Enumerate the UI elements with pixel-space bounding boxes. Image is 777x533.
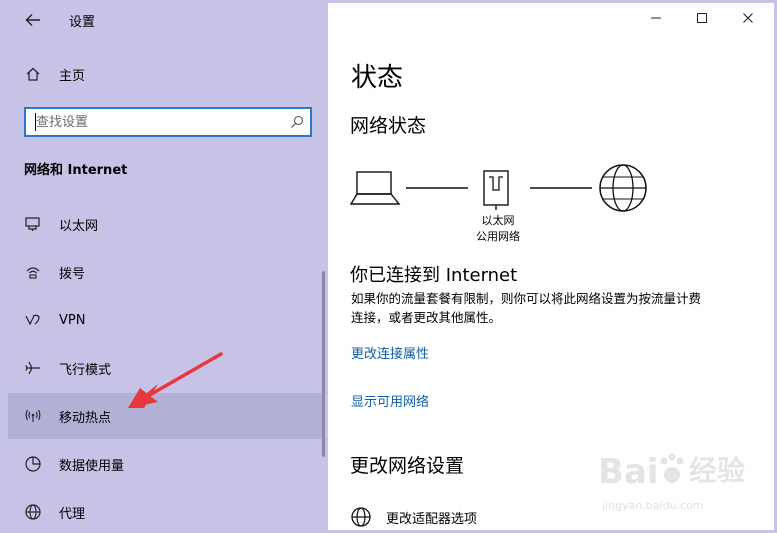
watermark: Bai 经验 jingyan.baidu.com xyxy=(596,445,776,525)
adapter-globe-icon xyxy=(351,507,371,527)
connection-status-heading: 你已连接到 Internet xyxy=(350,265,518,286)
search-icon[interactable] xyxy=(290,115,304,129)
change-connection-properties-link[interactable]: 更改连接属性 xyxy=(351,343,429,362)
watermark-url: jingyan.baidu.com xyxy=(602,499,704,512)
app-title: 设置 xyxy=(69,15,96,30)
section-heading: 网络和 Internet xyxy=(24,163,128,178)
search-input[interactable] xyxy=(36,114,276,130)
minimize-icon xyxy=(651,17,661,19)
sidebar-item-vpn[interactable]: VPN xyxy=(8,297,323,343)
change-network-settings-heading: 更改网络设置 xyxy=(350,455,465,477)
close-icon xyxy=(743,13,753,23)
diagram-network-type: 公用网络 xyxy=(476,230,520,243)
sidebar-item-label: 飞行模式 xyxy=(59,362,112,378)
maximize-button[interactable] xyxy=(679,3,725,33)
sidebar: 设置 主页 网络和 Internet 以太网 xyxy=(3,3,328,530)
ethernet-icon xyxy=(23,214,43,234)
back-button[interactable] xyxy=(15,5,51,35)
text-caret xyxy=(35,113,36,131)
sidebar-item-label: 以太网 xyxy=(59,218,99,234)
sidebar-item-label: 数据使用量 xyxy=(59,458,125,474)
sidebar-item-data-usage[interactable]: 数据使用量 xyxy=(8,441,323,487)
sidebar-item-label: 主页 xyxy=(59,68,86,84)
hotspot-icon xyxy=(23,406,43,426)
network-status-heading: 网络状态 xyxy=(350,115,427,137)
sidebar-item-home[interactable]: 主页 xyxy=(8,51,323,97)
laptop-icon xyxy=(350,171,401,205)
baidu-paw-icon: Bai xyxy=(598,452,684,492)
svg-text:Bai: Bai xyxy=(598,452,659,492)
description-line: 如果你的流量套餐有限制，则你可以将此网络设置为按流量计费 xyxy=(351,291,702,306)
adapter-options-label: 更改适配器选项 xyxy=(386,511,478,527)
airplane-icon xyxy=(23,358,43,378)
search-box[interactable] xyxy=(24,107,312,137)
home-icon xyxy=(23,64,43,84)
sidebar-scrollbar[interactable] xyxy=(322,271,325,457)
internet-globe-icon xyxy=(599,164,647,212)
close-button[interactable] xyxy=(725,3,771,33)
sidebar-item-label: 移动热点 xyxy=(59,410,112,426)
watermark-brand: 经验 xyxy=(689,454,746,487)
globe-icon xyxy=(23,502,43,522)
sidebar-item-ethernet[interactable]: 以太网 xyxy=(8,201,323,247)
sidebar-item-proxy[interactable]: 代理 xyxy=(8,489,323,530)
ethernet-port-icon xyxy=(483,170,509,210)
change-adapter-options-item[interactable]: 更改适配器选项 xyxy=(350,506,477,528)
dialup-icon xyxy=(23,262,43,282)
annotation-arrow-icon xyxy=(128,352,223,408)
sidebar-item-label: 拨号 xyxy=(59,266,86,282)
sidebar-item-label: 代理 xyxy=(59,506,86,522)
page-title: 状态 xyxy=(351,63,404,93)
connection-description: 如果你的流量套餐有限制，则你可以将此网络设置为按流量计费 连接，或者更改其他属性… xyxy=(351,289,747,327)
sidebar-item-label: VPN xyxy=(59,312,86,328)
data-usage-icon xyxy=(23,454,43,474)
minimize-button[interactable] xyxy=(633,3,679,33)
maximize-icon xyxy=(697,13,707,23)
sidebar-item-dialup[interactable]: 拨号 xyxy=(8,249,323,295)
vpn-icon xyxy=(23,310,43,330)
back-arrow-icon xyxy=(25,14,40,26)
description-line: 连接，或者更改其他属性。 xyxy=(351,310,502,325)
diagram-adapter-label: 以太网 xyxy=(481,214,515,227)
show-available-networks-link[interactable]: 显示可用网络 xyxy=(351,391,429,410)
